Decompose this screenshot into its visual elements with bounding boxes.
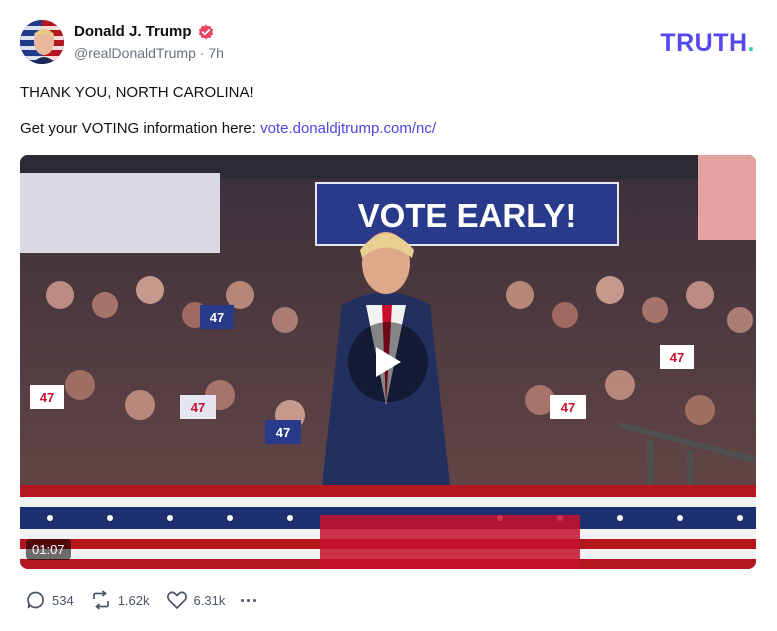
like-icon bbox=[166, 591, 187, 609]
reply-count: 534 bbox=[52, 592, 74, 608]
video-duration: 01:07 bbox=[26, 539, 71, 560]
logo-dot: . bbox=[747, 29, 755, 57]
sign-text: 47 bbox=[191, 400, 205, 415]
like-button[interactable]: 6.31k bbox=[166, 590, 226, 610]
avatar[interactable] bbox=[20, 20, 64, 64]
post-header: Donald J. Trump @realDonaldTrump · 7h TR… bbox=[20, 20, 757, 64]
like-count: 6.31k bbox=[193, 592, 226, 608]
post-actions: 534 1.62k 6.31k bbox=[26, 590, 257, 610]
retruth-button[interactable]: 1.62k bbox=[90, 590, 150, 610]
play-button[interactable] bbox=[348, 322, 428, 402]
sign-text: 47 bbox=[210, 310, 224, 325]
post-text-prefix: Get your VOTING information here: bbox=[20, 120, 261, 137]
video-player[interactable]: VOTE EARLY! 47 47 47 47 47 47 01:07 bbox=[20, 155, 756, 569]
author-name[interactable]: Donald J. Trump bbox=[74, 23, 192, 40]
separator-dot: · bbox=[199, 45, 205, 61]
reply-icon bbox=[27, 591, 44, 609]
reply-button[interactable]: 534 bbox=[26, 590, 74, 610]
play-icon bbox=[376, 347, 401, 377]
retruth-count: 1.62k bbox=[117, 592, 150, 608]
truth-logo[interactable]: TRUTH. bbox=[660, 29, 755, 58]
post-text-line1: THANK YOU, NORTH CAROLINA! bbox=[20, 84, 254, 101]
post-text-line2: Get your VOTING information here: vote.d… bbox=[20, 120, 436, 137]
banner-text: VOTE EARLY! bbox=[358, 197, 577, 234]
sign-text: 47 bbox=[561, 400, 575, 415]
sign-text: 47 bbox=[40, 390, 54, 405]
voting-info-link[interactable]: vote.donaldjtrump.com/nc/ bbox=[260, 120, 436, 137]
logo-text: TRUTH bbox=[660, 29, 748, 57]
sign-text: 47 bbox=[670, 350, 684, 365]
author-handle[interactable]: @realDonaldTrump bbox=[74, 45, 196, 61]
retruth-icon bbox=[92, 590, 109, 610]
verified-badge-icon bbox=[198, 24, 214, 40]
more-icon[interactable] bbox=[241, 595, 257, 606]
handle-time-row: @realDonaldTrump · 7h bbox=[74, 45, 224, 61]
sign-text: 47 bbox=[276, 425, 290, 440]
post-time[interactable]: 7h bbox=[208, 45, 224, 61]
